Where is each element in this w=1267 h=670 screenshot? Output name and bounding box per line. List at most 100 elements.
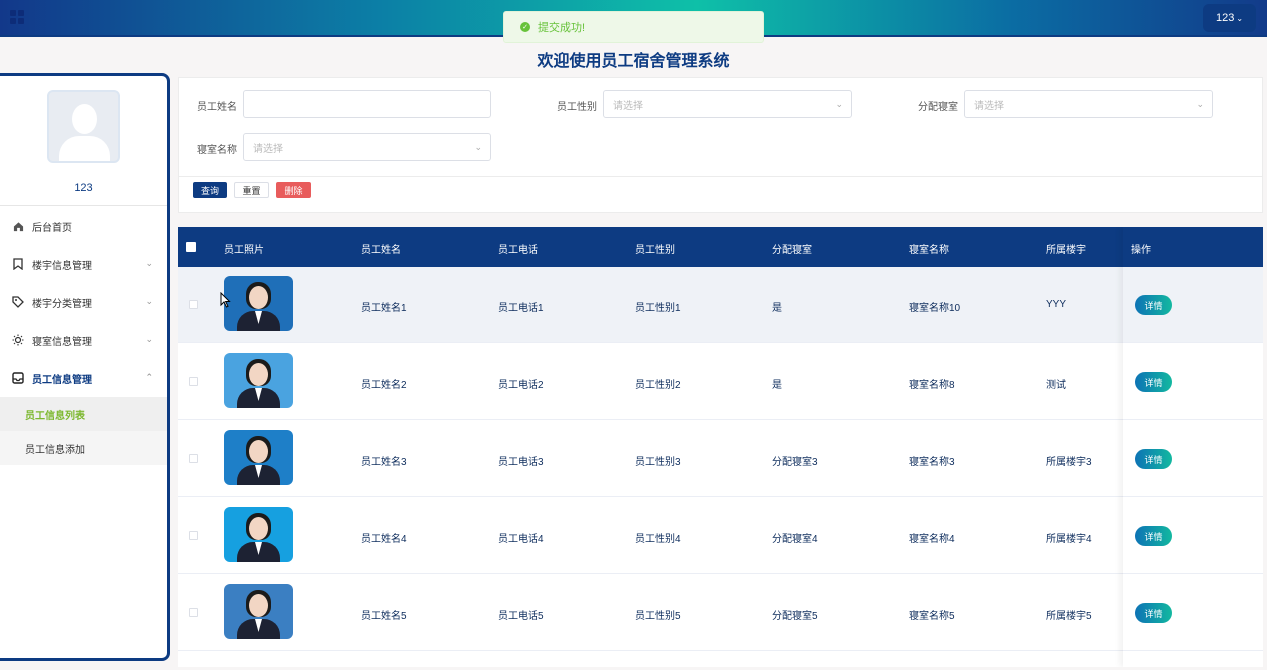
select-all-checkbox[interactable] (186, 242, 196, 252)
chevron-down-icon: ⌄ (145, 334, 153, 344)
room-label: 寝室名称 (197, 145, 237, 156)
delete-button[interactable]: 删除 (276, 182, 311, 198)
cell-gender: 员工性别3 (635, 457, 681, 468)
cell-assigned: 分配寝室3 (772, 457, 818, 468)
divider (179, 176, 1262, 177)
cell-name: 员工姓名3 (361, 457, 407, 468)
cell-assigned: 是 (772, 303, 782, 314)
cell-assigned: 分配寝室5 (772, 611, 818, 622)
row-checkbox[interactable] (189, 377, 198, 386)
column-header: 员工照片 (224, 245, 264, 256)
detail-button[interactable]: 详情 (1135, 295, 1172, 315)
chevron-down-icon: ⌄ (1196, 99, 1204, 109)
table-header: 员工照片 员工姓名 员工电话 员工性别 分配寝室 寝室名称 所属楼宇 操作 (178, 227, 1263, 267)
avatar (47, 90, 120, 163)
page-title: 欢迎使用员工宿舍管理系统 (537, 53, 730, 70)
table-row[interactable]: 员工姓名1 员工电话1 员工性别1 是 寝室名称10 YYY 详情 (178, 267, 1263, 343)
cell-room: 寝室名称8 (909, 380, 955, 391)
room-placeholder: 请选择 (253, 143, 283, 155)
table-row[interactable]: 员工姓名4 员工电话4 员工性别4 分配寝室4 寝室名称4 所属楼宇4 详情 (178, 498, 1263, 574)
chevron-down-icon: ⌄ (835, 99, 843, 109)
employee-photo (224, 276, 293, 331)
table-row[interactable]: 员工姓名2 员工电话2 员工性别2 是 寝室名称8 测试 详情 (178, 344, 1263, 420)
row-checkbox[interactable] (189, 454, 198, 463)
cell-room: 寝室名称10 (909, 303, 961, 314)
detail-button[interactable]: 详情 (1135, 372, 1172, 392)
cell-gender: 员工性别1 (635, 303, 681, 314)
cell-name: 员工姓名1 (361, 303, 407, 314)
cell-room: 寝室名称3 (909, 457, 955, 468)
sidebar-item-building-category[interactable]: 楼宇分类管理 ⌄ (0, 283, 167, 321)
row-checkbox[interactable] (189, 300, 198, 309)
cell-room: 寝室名称4 (909, 534, 955, 545)
sidebar-item-building-info[interactable]: 楼宇信息管理 ⌄ (0, 245, 167, 283)
sidebar-subitem-employee-list[interactable]: 员工信息列表 (0, 397, 167, 431)
menu-grid-icon[interactable] (10, 10, 24, 24)
sun-icon (12, 334, 24, 346)
sidebar-subitem-label: 员工信息添加 (25, 444, 85, 456)
employee-photo (224, 353, 293, 408)
column-header: 员工电话 (498, 245, 538, 256)
row-checkbox[interactable] (189, 608, 198, 617)
detail-button[interactable]: 详情 (1135, 526, 1172, 546)
name-label: 员工姓名 (197, 102, 237, 113)
query-button[interactable]: 查询 (193, 182, 227, 198)
cell-phone: 员工电话1 (498, 303, 544, 314)
sidebar-item-label: 楼宇分类管理 (32, 298, 92, 310)
detail-button[interactable]: 详情 (1135, 603, 1172, 623)
column-header: 员工姓名 (361, 245, 401, 256)
employee-photo (224, 507, 293, 562)
gender-select[interactable]: 请选择 ⌄ (603, 90, 852, 118)
detail-button[interactable]: 详情 (1135, 449, 1172, 469)
cell-gender: 员工性别2 (635, 380, 681, 391)
cell-phone: 员工电话3 (498, 457, 544, 468)
table-row[interactable]: 员工姓名5 员工电话5 员工性别5 分配寝室5 寝室名称5 所属楼宇5 详情 (178, 575, 1263, 651)
assign-placeholder: 请选择 (974, 100, 1004, 112)
cell-building: 所属楼宇3 (1046, 457, 1092, 468)
sidebar-item-label: 楼宇信息管理 (32, 260, 92, 272)
chevron-down-icon: ⌄ (474, 142, 482, 152)
cell-building: 所属楼宇4 (1046, 534, 1092, 545)
cell-assigned: 是 (772, 380, 782, 391)
sidebar-item-employee-info[interactable]: 员工信息管理 ⌃ (0, 359, 167, 397)
row-checkbox[interactable] (189, 531, 198, 540)
sidebar-item-label: 员工信息管理 (32, 374, 92, 386)
reset-button[interactable]: 重置 (234, 182, 269, 198)
tag-icon (12, 296, 24, 308)
column-header: 所属楼宇 (1046, 245, 1086, 256)
sidebar-menu: 后台首页 楼宇信息管理 ⌄ 楼宇分类管理 ⌄ 寝室信息管理 ⌄ 员工信息管理 ⌃… (0, 207, 167, 465)
employee-photo (224, 430, 293, 485)
cell-gender: 员工性别5 (635, 611, 681, 622)
column-header: 员工性别 (635, 245, 675, 256)
sidebar-item-room-info[interactable]: 寝室信息管理 ⌄ (0, 321, 167, 359)
chevron-down-icon: ⌄ (145, 258, 153, 268)
chevron-down-icon: ⌄ (145, 296, 153, 306)
sidebar-item-home[interactable]: 后台首页 (0, 207, 167, 245)
sidebar-item-label: 后台首页 (32, 222, 72, 234)
inbox-icon (12, 372, 24, 384)
cell-name: 员工姓名4 (361, 534, 407, 545)
cell-building: 测试 (1046, 380, 1066, 391)
chevron-down-icon: ⌄ (1236, 13, 1244, 23)
search-panel: 员工姓名 员工性别 请选择 ⌄ 分配寝室 请选择 ⌄ 寝室名称 请选择 ⌄ 查询… (178, 77, 1263, 213)
check-circle-icon: ✓ (520, 22, 530, 32)
cell-phone: 员工电话5 (498, 611, 544, 622)
column-header: 操作 (1131, 245, 1151, 256)
user-menu-button[interactable]: 123 ⌄ (1203, 4, 1256, 32)
room-select[interactable]: 请选择 ⌄ (243, 133, 491, 161)
column-header: 分配寝室 (772, 245, 812, 256)
gender-label: 员工性别 (557, 102, 597, 113)
table-row[interactable]: 员工姓名3 员工电话3 员工性别3 分配寝室3 寝室名称3 所属楼宇3 详情 (178, 421, 1263, 497)
home-icon (12, 220, 24, 232)
assign-select[interactable]: 请选择 ⌄ (964, 90, 1213, 118)
sidebar: 123 后台首页 楼宇信息管理 ⌄ 楼宇分类管理 ⌄ 寝室信息管理 ⌄ 员工信息… (0, 73, 170, 661)
cell-assigned: 分配寝室4 (772, 534, 818, 545)
divider (0, 205, 167, 206)
cell-building: YYY (1046, 299, 1067, 310)
sidebar-subitem-employee-add[interactable]: 员工信息添加 (0, 431, 167, 465)
name-input[interactable] (243, 90, 491, 118)
cell-gender: 员工性别4 (635, 534, 681, 545)
cell-building: 所属楼宇5 (1046, 611, 1092, 622)
sidebar-subitem-label: 员工信息列表 (25, 410, 85, 422)
cell-name: 员工姓名5 (361, 611, 407, 622)
